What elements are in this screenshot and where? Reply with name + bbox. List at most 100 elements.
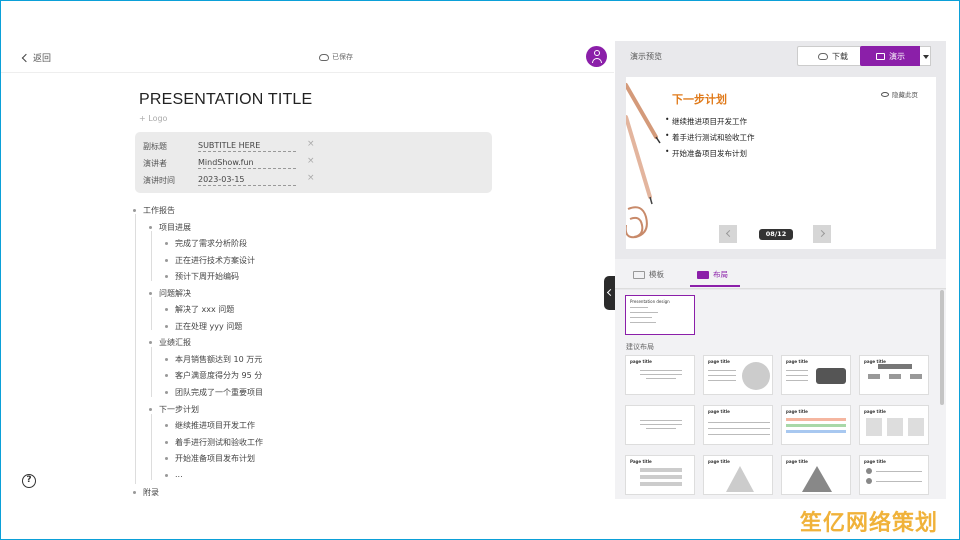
collapse-panel-handle[interactable] — [604, 276, 615, 310]
clear-icon[interactable]: × — [307, 156, 315, 166]
clear-icon[interactable]: × — [307, 139, 315, 149]
layout-thumb[interactable]: page title — [859, 355, 929, 395]
watermark: 笙亿网络策划 — [800, 511, 939, 536]
current-layout-thumb[interactable]: Presentation design — [625, 295, 695, 335]
meta-key: 演讲时间 — [143, 176, 175, 185]
save-status-label: 已保存 — [332, 53, 353, 61]
pyramid-placeholder — [726, 466, 754, 492]
editor-pane: 返回 已保存 PRESENTATION TITLE + Logo 副标题 SUB… — [1, 1, 614, 539]
layout-line — [708, 380, 736, 381]
download-button[interactable]: 下载 — [797, 46, 869, 66]
present-button[interactable]: 演示 — [860, 46, 921, 66]
layout-line — [630, 317, 652, 318]
meta-row-date: 演讲时间 2023-03-15 × — [143, 173, 483, 187]
layout-line — [640, 424, 682, 425]
thumb-title: page title — [864, 409, 886, 414]
tab-layout[interactable]: 布局 — [697, 269, 728, 280]
layout-line — [640, 370, 682, 371]
layout-thumb[interactable]: page title — [703, 405, 773, 445]
add-logo-link[interactable]: + Logo — [139, 114, 167, 123]
chevron-left-icon — [21, 53, 31, 62]
layout-line — [708, 434, 770, 435]
layout-thumb[interactable]: Page title — [625, 455, 695, 495]
meta-key: 演讲者 — [143, 159, 167, 168]
layout-thumb[interactable] — [625, 405, 695, 445]
gallery-scrollbar[interactable] — [940, 290, 944, 405]
layout-thumb[interactable]: page title — [703, 455, 773, 495]
layout-thumb[interactable]: page title — [625, 355, 695, 395]
tab-template[interactable]: 模板 — [633, 269, 664, 280]
layout-thumb[interactable]: page title — [781, 405, 851, 445]
box-placeholder — [889, 374, 901, 379]
outline-section[interactable]: 项目进展 — [149, 222, 191, 233]
layout-line — [786, 375, 808, 376]
outline-item[interactable]: ... — [165, 470, 183, 479]
panel-tabs: 模板 布局 — [615, 259, 946, 289]
pens-illustration — [626, 83, 661, 239]
outline-root[interactable]: 附录 — [133, 487, 159, 498]
map-placeholder — [816, 368, 846, 384]
clear-icon[interactable]: × — [307, 173, 315, 183]
outline-item[interactable]: 正在进行技术方案设计 — [165, 255, 255, 266]
outline-section[interactable]: 业绩汇报 — [149, 337, 191, 348]
speaker-field[interactable]: MindShow.fun — [198, 158, 296, 169]
user-avatar[interactable] — [586, 46, 607, 67]
thumb-title: Page title — [630, 459, 652, 464]
slide-bullet: 开始准备项目发布计划 — [665, 147, 747, 159]
dot-placeholder — [866, 468, 872, 474]
save-status: 已保存 — [319, 52, 353, 62]
tab-layout-label: 布局 — [713, 270, 728, 279]
outline-guide — [151, 231, 152, 281]
meta-key: 副标题 — [143, 142, 167, 151]
date-field[interactable]: 2023-03-15 — [198, 175, 296, 186]
layout-line — [640, 374, 682, 375]
layout-line — [786, 380, 808, 381]
outline-item[interactable]: 解决了 xxx 问题 — [164, 304, 234, 315]
layout-line — [708, 428, 770, 429]
outline-item[interactable]: 着手进行测试和验收工作 — [165, 437, 263, 448]
prev-slide-button[interactable] — [719, 225, 737, 243]
outline-item[interactable]: 完成了需求分析阶段 — [165, 238, 247, 249]
layout-thumb[interactable]: page title — [781, 355, 851, 395]
box-placeholder — [887, 418, 903, 436]
outline-item[interactable]: 开始准备项目发布计划 — [165, 453, 255, 464]
back-button[interactable]: 返回 — [21, 51, 51, 64]
user-icon-body — [591, 58, 602, 63]
layout-line — [630, 312, 658, 313]
outline-section[interactable]: 问题解决 — [149, 288, 191, 299]
suggested-layouts-label: 建议布局 — [626, 343, 654, 351]
box-placeholder — [868, 374, 880, 379]
subtitle-field[interactable]: SUBTITLE HERE — [198, 141, 296, 152]
slide-bullet: 着手进行测试和验收工作 — [665, 131, 754, 143]
editor-topbar: 返回 已保存 — [1, 41, 614, 73]
layout-thumb[interactable]: page title — [781, 455, 851, 495]
layout-thumb[interactable]: page title — [859, 405, 929, 445]
download-label: 下载 — [832, 51, 848, 61]
outline-item[interactable]: 正在处理 yyy 问题 — [164, 321, 242, 332]
thumb-title: page title — [786, 459, 808, 464]
outline-section[interactable]: 下一步计划 — [149, 404, 199, 415]
outline-item[interactable]: 预计下周开始编码 — [165, 271, 239, 282]
cloud-download-icon — [818, 52, 828, 60]
hide-page-toggle[interactable]: 隐藏此页 — [881, 89, 918, 99]
meta-row-subtitle: 副标题 SUBTITLE HERE × — [143, 139, 483, 153]
presentation-title[interactable]: PRESENTATION TITLE — [139, 91, 312, 109]
layout-gallery: Presentation design 建议布局 page title page… — [615, 290, 946, 499]
box-placeholder — [910, 374, 922, 379]
present-options-dropdown[interactable] — [920, 46, 931, 66]
meta-card: 副标题 SUBTITLE HERE × 演讲者 MindShow.fun × 演… — [135, 132, 492, 193]
outline-item[interactable]: 客户满意度得分为 95 分 — [164, 370, 262, 381]
tab-active-indicator — [690, 285, 740, 287]
box-placeholder — [908, 418, 924, 436]
layout-thumb[interactable]: page title — [703, 355, 773, 395]
help-icon[interactable]: ? — [22, 474, 36, 488]
layout-thumb[interactable]: page title — [859, 455, 929, 495]
thumb-title: page title — [708, 409, 730, 414]
outline-item[interactable]: 团队完成了一个重要项目 — [165, 387, 263, 398]
next-slide-button[interactable] — [813, 225, 831, 243]
preview-panel: 演示预览 下载 演示 下一步计划 继续推进项目开发工作 着手进行测试和验收工作 … — [615, 41, 946, 499]
bar-placeholder — [786, 424, 846, 427]
outline-item[interactable]: 本月销售额达到 10 万元 — [164, 354, 262, 365]
outline-item[interactable]: 继续推进项目开发工作 — [165, 420, 255, 431]
outline-root[interactable]: 工作报告 — [133, 205, 175, 216]
